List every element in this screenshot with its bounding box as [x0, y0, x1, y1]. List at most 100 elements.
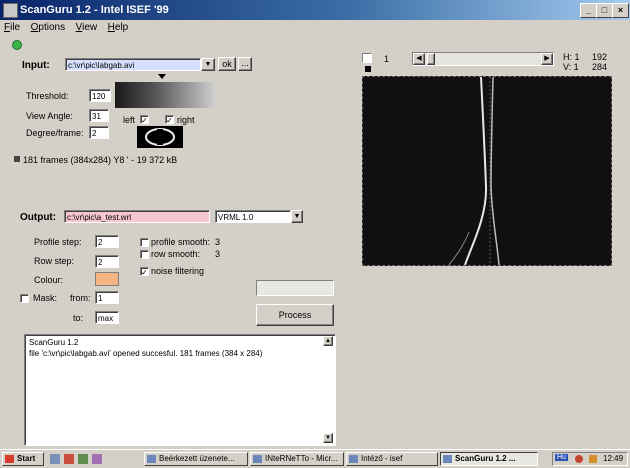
- file-info-text: 181 frames (384x284) Y8 ' - 19 372 kB: [23, 155, 178, 165]
- view-angle-preview: [137, 126, 183, 148]
- preview-color-swatch: [365, 66, 371, 72]
- input-path-field[interactable]: c:\vr\pic\labgab.avi: [65, 58, 201, 71]
- mail-icon: [147, 455, 156, 463]
- browser-icon: [253, 455, 262, 463]
- tray-volume-icon[interactable]: [575, 455, 583, 463]
- status-light-icon: [12, 40, 22, 50]
- maximize-button[interactable]: □: [596, 3, 613, 18]
- format-select[interactable]: VRML 1.0: [215, 210, 291, 223]
- left-label: left: [123, 115, 136, 125]
- clock: 12:49: [603, 454, 624, 463]
- v-value: 284: [592, 62, 608, 72]
- scroll-thumb[interactable]: [427, 53, 435, 65]
- process-button[interactable]: Process: [256, 304, 334, 326]
- window-title: ScanGuru 1.2 - Intel ISEF '99: [20, 4, 169, 16]
- folder-icon: [349, 455, 358, 463]
- minimize-button[interactable]: _: [580, 3, 597, 18]
- quicklaunch-desktop-icon[interactable]: [50, 454, 60, 464]
- threshold-field[interactable]: 120: [89, 89, 111, 102]
- profile-step-field[interactable]: 2: [95, 235, 119, 248]
- windows-logo-icon: [5, 455, 14, 463]
- ok-button[interactable]: ok: [218, 57, 236, 71]
- right-label: right: [177, 115, 195, 125]
- menu-options[interactable]: Options: [27, 20, 69, 35]
- taskbar-label: ScanGuru 1.2 ...: [455, 454, 516, 463]
- taskbar-item-explorer[interactable]: Intéző - isef: [346, 452, 438, 466]
- taskbar-item-browser[interactable]: INteRNeTTo - Micr...: [250, 452, 344, 466]
- row-smooth-value: 3: [215, 249, 221, 259]
- mask-from-field[interactable]: 1: [95, 291, 119, 304]
- quicklaunch-outlook-icon[interactable]: [64, 454, 74, 464]
- start-label: Start: [17, 454, 36, 463]
- colour-swatch[interactable]: [95, 272, 119, 286]
- scroll-right-icon[interactable]: ▶: [541, 53, 553, 65]
- taskbar-label: Beérkezett üzenete...: [159, 454, 235, 463]
- menu-file[interactable]: File: [0, 20, 24, 35]
- noise-filtering-label: noise filtering: [151, 266, 205, 276]
- profile-smooth-label: profile smooth:: [151, 237, 211, 247]
- system-tray: Hu 12:49: [552, 452, 628, 466]
- title-bar: ScanGuru 1.2 - Intel ISEF '99 _ □ ×: [0, 0, 630, 20]
- preview-mode-icon[interactable]: [362, 53, 372, 63]
- taskbar: Start Beérkezett üzenete... INteRNeTTo -…: [0, 449, 630, 468]
- input-label: Input:: [22, 60, 50, 71]
- threshold-label: Threshold:: [26, 91, 69, 101]
- h-label: H: 1: [563, 52, 580, 62]
- to-label: to:: [73, 313, 84, 323]
- scan-profile-image: [448, 76, 500, 266]
- row-step-field[interactable]: 2: [95, 255, 119, 268]
- app-icon: [3, 3, 18, 18]
- left-checkbox[interactable]: ✓: [140, 115, 149, 125]
- menu-help[interactable]: Help: [104, 20, 133, 35]
- menu-view[interactable]: View: [72, 20, 102, 35]
- tray-app-icon[interactable]: [589, 455, 597, 463]
- taskbar-label: Intéző - isef: [361, 454, 403, 463]
- degree-frame-label: Degree/frame:: [26, 128, 84, 138]
- from-label: from:: [70, 293, 91, 303]
- profile-smooth-checkbox[interactable]: [140, 238, 149, 247]
- degree-frame-field[interactable]: 2: [89, 126, 109, 139]
- browse-button[interactable]: ...: [238, 57, 252, 71]
- log-line-2: file 'c:\vr\pic\labgab.avi' opened succe…: [29, 349, 263, 358]
- menu-bar: File Options View Help: [0, 20, 630, 36]
- mask-label: Mask:: [33, 293, 58, 303]
- file-info-icon: [14, 156, 20, 162]
- start-button[interactable]: Start: [2, 452, 44, 466]
- quicklaunch-app2-icon[interactable]: [92, 454, 102, 464]
- quicklaunch-app-icon[interactable]: [78, 454, 88, 464]
- scroll-left-icon[interactable]: ◀: [413, 53, 425, 65]
- view-angle-field[interactable]: 31: [89, 109, 109, 122]
- colour-label: Colour:: [34, 275, 64, 285]
- mask-checkbox[interactable]: [20, 294, 29, 303]
- input-dropdown-button[interactable]: ▼: [201, 58, 215, 71]
- gradient-marker-icon[interactable]: [158, 74, 166, 79]
- frame-scrollbar[interactable]: ◀ ▶: [412, 52, 554, 66]
- row-smooth-label: row smooth:: [151, 249, 201, 259]
- log-textarea[interactable]: ScanGuru 1.2 file 'c:\vr\pic\labgab.avi'…: [24, 334, 336, 446]
- taskbar-label: INteRNeTTo - Micr...: [265, 454, 338, 463]
- log-scroll-up-icon[interactable]: ▲: [323, 336, 333, 346]
- h-value: 192: [592, 52, 608, 62]
- right-checkbox[interactable]: ✓: [165, 115, 174, 125]
- log-scroll-down-icon[interactable]: ▼: [323, 433, 333, 443]
- taskbar-item-inbox[interactable]: Beérkezett üzenete...: [144, 452, 248, 466]
- frame-preview[interactable]: [362, 76, 612, 266]
- log-line-1: ScanGuru 1.2: [29, 338, 79, 347]
- scanguru-icon: [443, 455, 452, 463]
- format-dropdown-icon[interactable]: ▼: [291, 210, 303, 223]
- noise-filtering-checkbox[interactable]: ✓: [140, 267, 149, 277]
- language-indicator[interactable]: Hu: [555, 454, 568, 461]
- output-label: Output:: [20, 212, 57, 223]
- view-angle-label: View Angle:: [26, 111, 73, 121]
- mask-to-field[interactable]: max: [95, 311, 119, 324]
- row-step-label: Row step:: [34, 256, 75, 266]
- row-smooth-checkbox[interactable]: [140, 250, 149, 259]
- progress-bar: [256, 280, 334, 296]
- output-path-field[interactable]: c:\vr\pic\a_test.wrl: [64, 210, 210, 223]
- frame-number: 1: [384, 54, 390, 64]
- profile-step-label: Profile step:: [34, 237, 82, 247]
- v-label: V: 1: [563, 62, 579, 72]
- close-button[interactable]: ×: [612, 3, 629, 18]
- taskbar-item-scanguru[interactable]: ScanGuru 1.2 ...: [440, 452, 538, 466]
- threshold-gradient[interactable]: [115, 82, 215, 108]
